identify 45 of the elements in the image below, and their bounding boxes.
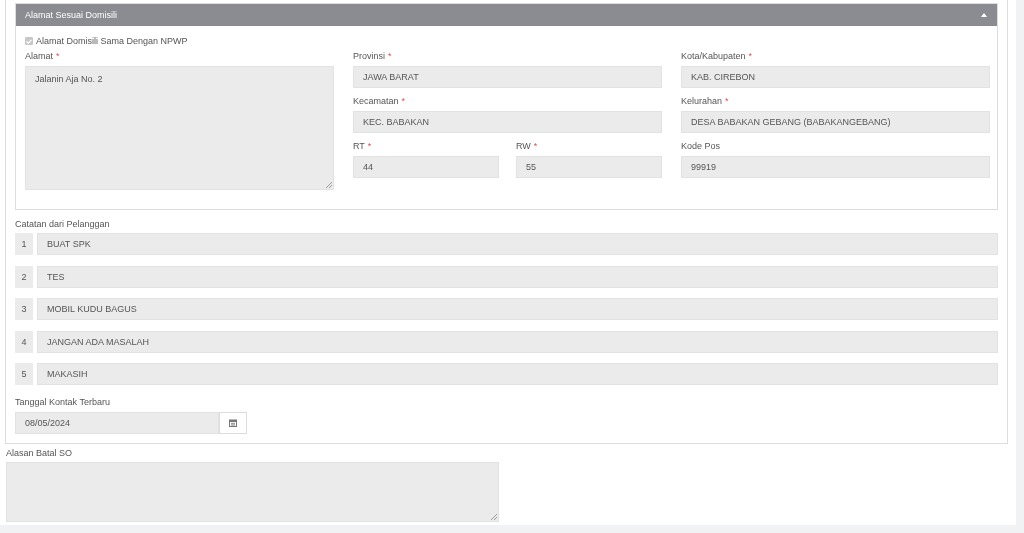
field-label: Kelurahan: [681, 95, 723, 107]
input-field[interactable]: JAWA BARAT: [353, 66, 662, 88]
collapse-icon[interactable]: [981, 13, 987, 17]
panel-title: Alamat Sesuai Domisili: [25, 10, 118, 20]
input-field[interactable]: KEC. BABAKAN: [353, 111, 662, 133]
row-number: 3: [15, 298, 33, 320]
row-number: 2: [15, 265, 33, 288]
address-field[interactable]: Jalanin Aja No. 2: [25, 66, 334, 190]
required-asterisk: *: [401, 95, 406, 107]
checkbox-label: Alamat Domisili Sama Dengan NPWP: [36, 36, 188, 46]
calendar-icon: [229, 418, 237, 427]
date-field[interactable]: 08/05/2024: [15, 411, 219, 434]
input-field[interactable]: DESA BABAKAN GEBANG (BABAKANGEBANG): [681, 111, 990, 133]
required-asterisk: *: [533, 140, 538, 152]
required-asterisk: *: [725, 95, 729, 107]
row-number: 1: [15, 233, 33, 255]
field-label: Alasan Batal SO: [6, 446, 74, 459]
note-field[interactable]: JANGAN ADA MASALAH: [37, 330, 998, 353]
field-label: Alamat: [25, 50, 53, 62]
note-field[interactable]: MAKASIH: [37, 363, 998, 385]
notes-label: Catatan dari Pelanggan: [15, 218, 111, 230]
cancel-reason-field[interactable]: [6, 461, 499, 522]
note-field[interactable]: MOBIL KUDU BAGUS: [37, 298, 998, 320]
input-field[interactable]: 99919: [681, 156, 990, 178]
field-label: Kode Pos: [681, 140, 721, 152]
row-number: 4: [15, 330, 33, 353]
calendar-button[interactable]: [219, 411, 247, 434]
field-label: Kota/Kabupaten: [681, 50, 746, 62]
field-label: Provinsi: [353, 50, 385, 62]
required-asterisk: *: [748, 50, 753, 62]
field-label: Kecamatan: [353, 95, 399, 107]
resize-grip-icon[interactable]: [326, 182, 332, 188]
date-label: Tanggal Kontak Terbaru: [15, 396, 110, 407]
resize-grip-icon[interactable]: [491, 513, 497, 520]
input-field[interactable]: KAB. CIREBON: [681, 66, 990, 88]
field-label: RT: [353, 140, 365, 152]
required-asterisk: *: [367, 140, 372, 152]
input-field[interactable]: 44: [353, 156, 499, 178]
required-asterisk: *: [388, 50, 392, 62]
required-asterisk: *: [56, 50, 60, 62]
field-label: RW: [516, 140, 531, 152]
row-number: 5: [15, 363, 33, 385]
note-field[interactable]: TES: [37, 265, 998, 288]
note-field[interactable]: BUAT SPK: [37, 233, 998, 255]
input-field[interactable]: 55: [516, 156, 662, 178]
